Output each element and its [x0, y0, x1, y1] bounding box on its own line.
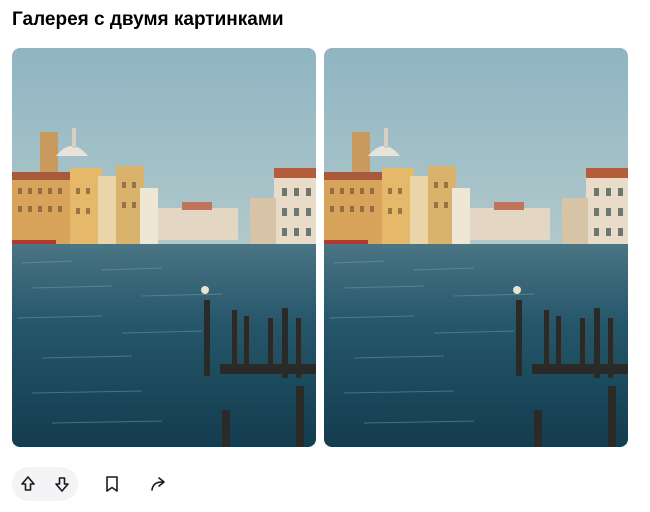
downvote-button[interactable]: [46, 468, 78, 500]
arrow-up-icon: [21, 476, 35, 491]
arrow-down-icon: [55, 477, 69, 492]
venice-canal-image: [324, 48, 628, 447]
gallery-image-2[interactable]: [324, 48, 628, 447]
gallery-title: Галерея с двумя картинками: [12, 9, 284, 30]
share-button[interactable]: [143, 468, 175, 500]
bookmark-icon: [106, 476, 118, 492]
gallery-image-1[interactable]: [12, 48, 316, 447]
venice-canal-image: [12, 48, 316, 447]
bookmark-button[interactable]: [96, 468, 128, 500]
share-arrow-icon: [151, 477, 165, 491]
upvote-button[interactable]: [12, 468, 44, 500]
